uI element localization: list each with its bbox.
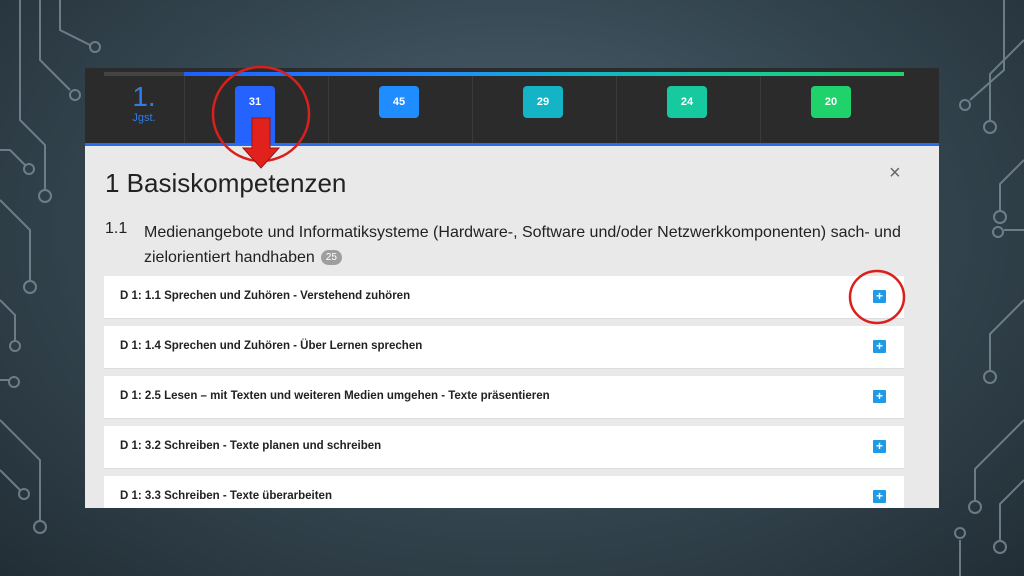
list-item-label: D 1: 1.1 Sprechen und Zuhören - Verstehe… [120, 290, 411, 302]
close-icon[interactable]: × [889, 162, 901, 185]
competence-column-5[interactable]: 20 [760, 76, 904, 144]
expand-icon[interactable]: + [873, 340, 886, 353]
count-badge-5[interactable]: 20 [811, 86, 851, 118]
section-text: Medienangebote und Informatiksysteme (Ha… [144, 224, 901, 266]
count-badge-3[interactable]: 29 [523, 86, 563, 118]
grade-number: 1. [132, 81, 156, 112]
grade-header-bar: 1. Jgst. 31 45 29 24 20 [85, 68, 939, 146]
list-item-label: D 1: 3.2 Schreiben - Texte planen und sc… [120, 440, 382, 452]
list-item[interactable]: D 1: 2.5 Lesen – mit Texten und weiteren… [104, 376, 904, 419]
grade-label: Jgst. [132, 112, 156, 124]
screenshot-frame: 1. Jgst. 31 45 29 24 20 1 Basiskompetenz… [85, 68, 939, 508]
section-heading: Medienangebote und Informatiksysteme (Ha… [144, 220, 904, 270]
competence-column-2[interactable]: 45 [328, 76, 473, 144]
count-badge-1[interactable]: 31 [235, 86, 275, 118]
count-badge-4[interactable]: 24 [667, 86, 707, 118]
list-item[interactable]: D 1: 3.2 Schreiben - Texte planen und sc… [104, 426, 904, 469]
section-number: 1.1 [105, 220, 128, 237]
competence-column-1[interactable]: 31 [184, 76, 329, 146]
expand-icon[interactable]: + [873, 290, 886, 303]
section-count-badge: 25 [320, 250, 342, 266]
expand-icon[interactable]: + [873, 490, 886, 503]
grade-indicator: 1. Jgst. [104, 76, 185, 144]
list-item[interactable]: D 1: 3.3 Schreiben - Texte überarbeiten … [104, 476, 904, 508]
competence-detail-panel: 1 Basiskompetenzen × 1.1 Medienangebote … [85, 146, 939, 508]
expand-icon[interactable]: + [873, 440, 886, 453]
list-item-label: D 1: 1.4 Sprechen und Zuhören - Über Ler… [120, 340, 423, 352]
list-item[interactable]: D 1: 1.4 Sprechen und Zuhören - Über Ler… [104, 326, 904, 369]
competence-column-3[interactable]: 29 [472, 76, 617, 144]
count-badge-2[interactable]: 45 [379, 86, 419, 118]
list-item-label: D 1: 3.3 Schreiben - Texte überarbeiten [120, 490, 332, 502]
list-item-label: D 1: 2.5 Lesen – mit Texten und weiteren… [120, 390, 550, 402]
panel-title: 1 Basiskompetenzen [105, 168, 347, 198]
competence-column-4[interactable]: 24 [616, 76, 761, 144]
list-item[interactable]: D 1: 1.1 Sprechen und Zuhören - Verstehe… [104, 276, 904, 319]
expand-icon[interactable]: + [873, 390, 886, 403]
